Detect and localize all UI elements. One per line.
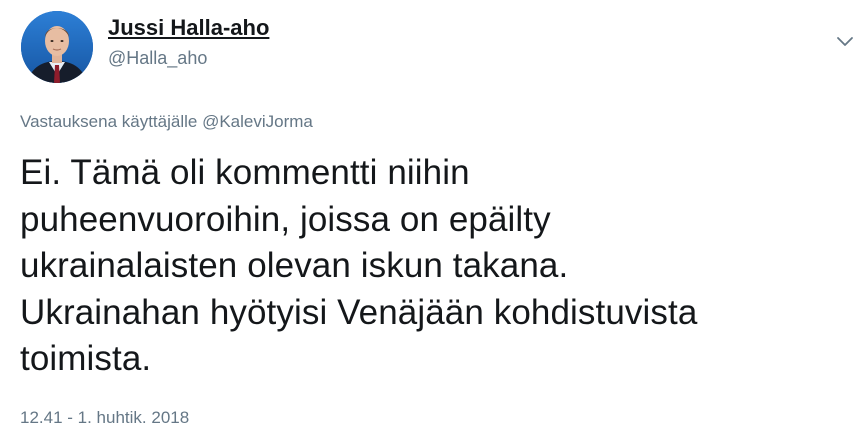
avatar[interactable]	[21, 11, 93, 83]
author-block: Jussi Halla-aho @Halla_aho	[108, 14, 269, 69]
tweet-text-line: ukrainalaisten olevan iskun takana.	[20, 246, 569, 285]
author-handle[interactable]: @Halla_aho	[108, 47, 269, 69]
reply-mention-link[interactable]: @KaleviJorma	[202, 112, 313, 131]
chevron-down-icon	[837, 37, 853, 46]
tweet-text: Ei. Tämä oli kommentti niihin puheenvuor…	[20, 150, 830, 383]
author-display-name[interactable]: Jussi Halla-aho	[108, 14, 269, 42]
reply-context: Vastauksena käyttäjälle @KaleviJorma	[20, 111, 313, 133]
tweet-text-line: Ukrainahan hyötyisi Venäjään kohdistuvis…	[20, 292, 698, 332]
tweet-text-line: Ei. Tämä oli kommentti niihin	[20, 153, 470, 192]
tweet: Jussi Halla-aho @Halla_aho Vastauksena k…	[0, 0, 857, 445]
tweet-menu-button[interactable]	[833, 33, 857, 51]
tweet-text-line: puheenvuoroihin, joissa on epäilty	[20, 199, 551, 239]
tweet-timestamp[interactable]: 12.41 - 1. huhtik. 2018	[20, 407, 189, 429]
tweet-text-line: toimista.	[20, 339, 152, 378]
reply-context-prefix: Vastauksena käyttäjälle	[20, 112, 203, 131]
profile-photo-icon	[21, 11, 93, 83]
